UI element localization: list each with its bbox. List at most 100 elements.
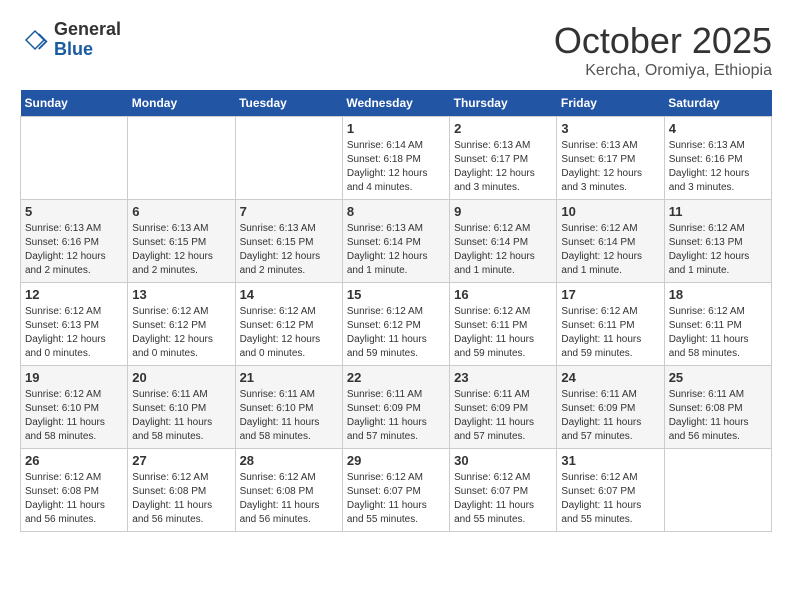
day-info: Sunrise: 6:12 AM Sunset: 6:12 PM Dayligh… — [132, 305, 230, 361]
calendar-cell: 6 Sunrise: 6:13 AM Sunset: 6:15 PM Daylig… — [128, 200, 235, 283]
day-info: Sunrise: 6:13 AM Sunset: 6:16 PM Dayligh… — [669, 139, 767, 195]
location-title: Kercha, Oromiya, Ethiopia — [554, 62, 772, 80]
day-info: Sunrise: 6:13 AM Sunset: 6:17 PM Dayligh… — [454, 139, 552, 195]
day-header-friday: Friday — [557, 90, 664, 117]
day-number: 19 — [25, 370, 123, 385]
day-number: 8 — [347, 204, 445, 219]
day-info: Sunrise: 6:12 AM Sunset: 6:13 PM Dayligh… — [669, 222, 767, 278]
calendar-header-row: SundayMondayTuesdayWednesdayThursdayFrid… — [21, 90, 772, 117]
page-header: General Blue October 2025 Kercha, Oromiy… — [20, 20, 772, 80]
logo-icon — [20, 25, 50, 55]
calendar-cell: 10Sunrise: 6:12 AM Sunset: 6:14 PM Dayli… — [557, 200, 664, 283]
calendar-cell — [21, 117, 128, 200]
calendar-week-3: 12 Sunrise: 6:12 AM Sunset: 6:13 PM Dayli… — [21, 283, 772, 366]
day-info: Sunrise: 6:13 AM Sunset: 6:14 PM Dayligh… — [347, 222, 445, 278]
calendar-cell: 4 Sunrise: 6:13 AM Sunset: 6:16 PM Daylig… — [664, 117, 771, 200]
calendar-cell — [128, 117, 235, 200]
calendar-cell: 24Sunrise: 6:11 AM Sunset: 6:09 PM Dayli… — [557, 366, 664, 449]
calendar-cell: 2 Sunrise: 6:13 AM Sunset: 6:17 PM Daylig… — [450, 117, 557, 200]
calendar-cell: 29 Sunrise: 6:12 AM Sunset: 6:07 PM Dayli… — [342, 449, 449, 532]
calendar-cell: 27 Sunrise: 6:12 AM Sunset: 6:08 PM Dayli… — [128, 449, 235, 532]
day-info: Sunrise: 6:11 AM Sunset: 6:09 PM Dayligh… — [454, 388, 552, 444]
day-info: Sunrise: 6:12 AM Sunset: 6:07 PM Dayligh… — [347, 471, 445, 527]
day-info: Sunrise: 6:11 AM Sunset: 6:10 PM Dayligh… — [132, 388, 230, 444]
day-number: 3 — [561, 121, 659, 136]
day-number: 9 — [454, 204, 552, 219]
day-header-sunday: Sunday — [21, 90, 128, 117]
day-info: Sunrise: 6:12 AM Sunset: 6:07 PM Dayligh… — [561, 471, 659, 527]
day-number: 29 — [347, 453, 445, 468]
day-number: 30 — [454, 453, 552, 468]
calendar-week-5: 26 Sunrise: 6:12 AM Sunset: 6:08 PM Dayli… — [21, 449, 772, 532]
title-section: October 2025 Kercha, Oromiya, Ethiopia — [554, 20, 772, 80]
day-info: Sunrise: 6:11 AM Sunset: 6:10 PM Dayligh… — [240, 388, 338, 444]
calendar-cell: 23 Sunrise: 6:11 AM Sunset: 6:09 PM Dayli… — [450, 366, 557, 449]
calendar-cell: 8 Sunrise: 6:13 AM Sunset: 6:14 PM Daylig… — [342, 200, 449, 283]
calendar-table: SundayMondayTuesdayWednesdayThursdayFrid… — [20, 90, 772, 532]
calendar-cell: 7Sunrise: 6:13 AM Sunset: 6:15 PM Daylig… — [235, 200, 342, 283]
calendar-cell: 30Sunrise: 6:12 AM Sunset: 6:07 PM Dayli… — [450, 449, 557, 532]
logo: General Blue — [20, 20, 121, 60]
day-info: Sunrise: 6:13 AM Sunset: 6:15 PM Dayligh… — [132, 222, 230, 278]
calendar-cell: 1 Sunrise: 6:14 AM Sunset: 6:18 PM Daylig… — [342, 117, 449, 200]
calendar-cell: 25Sunrise: 6:11 AM Sunset: 6:08 PM Dayli… — [664, 366, 771, 449]
day-info: Sunrise: 6:12 AM Sunset: 6:11 PM Dayligh… — [454, 305, 552, 361]
day-info: Sunrise: 6:12 AM Sunset: 6:12 PM Dayligh… — [240, 305, 338, 361]
month-title: October 2025 — [554, 20, 772, 62]
day-number: 2 — [454, 121, 552, 136]
calendar-cell: 22 Sunrise: 6:11 AM Sunset: 6:09 PM Dayli… — [342, 366, 449, 449]
logo-general-text: General — [54, 19, 121, 39]
calendar-week-2: 5Sunrise: 6:13 AM Sunset: 6:16 PM Daylig… — [21, 200, 772, 283]
day-info: Sunrise: 6:12 AM Sunset: 6:14 PM Dayligh… — [561, 222, 659, 278]
day-info: Sunrise: 6:12 AM Sunset: 6:08 PM Dayligh… — [240, 471, 338, 527]
calendar-week-4: 19 Sunrise: 6:12 AM Sunset: 6:10 PM Dayli… — [21, 366, 772, 449]
calendar-cell: 31 Sunrise: 6:12 AM Sunset: 6:07 PM Dayli… — [557, 449, 664, 532]
calendar-cell: 16 Sunrise: 6:12 AM Sunset: 6:11 PM Dayli… — [450, 283, 557, 366]
day-header-saturday: Saturday — [664, 90, 771, 117]
day-number: 20 — [132, 370, 230, 385]
day-number: 31 — [561, 453, 659, 468]
calendar-cell: 26 Sunrise: 6:12 AM Sunset: 6:08 PM Dayli… — [21, 449, 128, 532]
day-number: 13 — [132, 287, 230, 302]
day-info: Sunrise: 6:12 AM Sunset: 6:11 PM Dayligh… — [561, 305, 659, 361]
day-number: 12 — [25, 287, 123, 302]
day-header-monday: Monday — [128, 90, 235, 117]
day-number: 17 — [561, 287, 659, 302]
day-number: 23 — [454, 370, 552, 385]
day-number: 27 — [132, 453, 230, 468]
day-info: Sunrise: 6:13 AM Sunset: 6:15 PM Dayligh… — [240, 222, 338, 278]
day-number: 11 — [669, 204, 767, 219]
day-number: 16 — [454, 287, 552, 302]
day-number: 22 — [347, 370, 445, 385]
day-number: 6 — [132, 204, 230, 219]
logo-blue-text: Blue — [54, 39, 93, 59]
calendar-cell: 19 Sunrise: 6:12 AM Sunset: 6:10 PM Dayli… — [21, 366, 128, 449]
day-number: 15 — [347, 287, 445, 302]
calendar-cell: 17 Sunrise: 6:12 AM Sunset: 6:11 PM Dayli… — [557, 283, 664, 366]
day-info: Sunrise: 6:12 AM Sunset: 6:08 PM Dayligh… — [25, 471, 123, 527]
calendar-cell — [235, 117, 342, 200]
calendar-cell: 14Sunrise: 6:12 AM Sunset: 6:12 PM Dayli… — [235, 283, 342, 366]
day-info: Sunrise: 6:12 AM Sunset: 6:12 PM Dayligh… — [347, 305, 445, 361]
day-info: Sunrise: 6:12 AM Sunset: 6:08 PM Dayligh… — [132, 471, 230, 527]
calendar-cell: 5Sunrise: 6:13 AM Sunset: 6:16 PM Daylig… — [21, 200, 128, 283]
calendar-cell: 12 Sunrise: 6:12 AM Sunset: 6:13 PM Dayli… — [21, 283, 128, 366]
calendar-cell: 13 Sunrise: 6:12 AM Sunset: 6:12 PM Dayli… — [128, 283, 235, 366]
day-info: Sunrise: 6:13 AM Sunset: 6:16 PM Dayligh… — [25, 222, 123, 278]
day-info: Sunrise: 6:14 AM Sunset: 6:18 PM Dayligh… — [347, 139, 445, 195]
day-info: Sunrise: 6:12 AM Sunset: 6:13 PM Dayligh… — [25, 305, 123, 361]
day-info: Sunrise: 6:12 AM Sunset: 6:10 PM Dayligh… — [25, 388, 123, 444]
day-number: 1 — [347, 121, 445, 136]
calendar-cell: 11 Sunrise: 6:12 AM Sunset: 6:13 PM Dayli… — [664, 200, 771, 283]
day-number: 4 — [669, 121, 767, 136]
calendar-cell: 9Sunrise: 6:12 AM Sunset: 6:14 PM Daylig… — [450, 200, 557, 283]
day-number: 26 — [25, 453, 123, 468]
day-info: Sunrise: 6:11 AM Sunset: 6:09 PM Dayligh… — [347, 388, 445, 444]
day-number: 25 — [669, 370, 767, 385]
day-number: 28 — [240, 453, 338, 468]
calendar-cell: 28 Sunrise: 6:12 AM Sunset: 6:08 PM Dayli… — [235, 449, 342, 532]
calendar-cell: 15 Sunrise: 6:12 AM Sunset: 6:12 PM Dayli… — [342, 283, 449, 366]
calendar-cell: 3Sunrise: 6:13 AM Sunset: 6:17 PM Daylig… — [557, 117, 664, 200]
calendar-cell: 20 Sunrise: 6:11 AM Sunset: 6:10 PM Dayli… — [128, 366, 235, 449]
calendar-cell: 21Sunrise: 6:11 AM Sunset: 6:10 PM Dayli… — [235, 366, 342, 449]
